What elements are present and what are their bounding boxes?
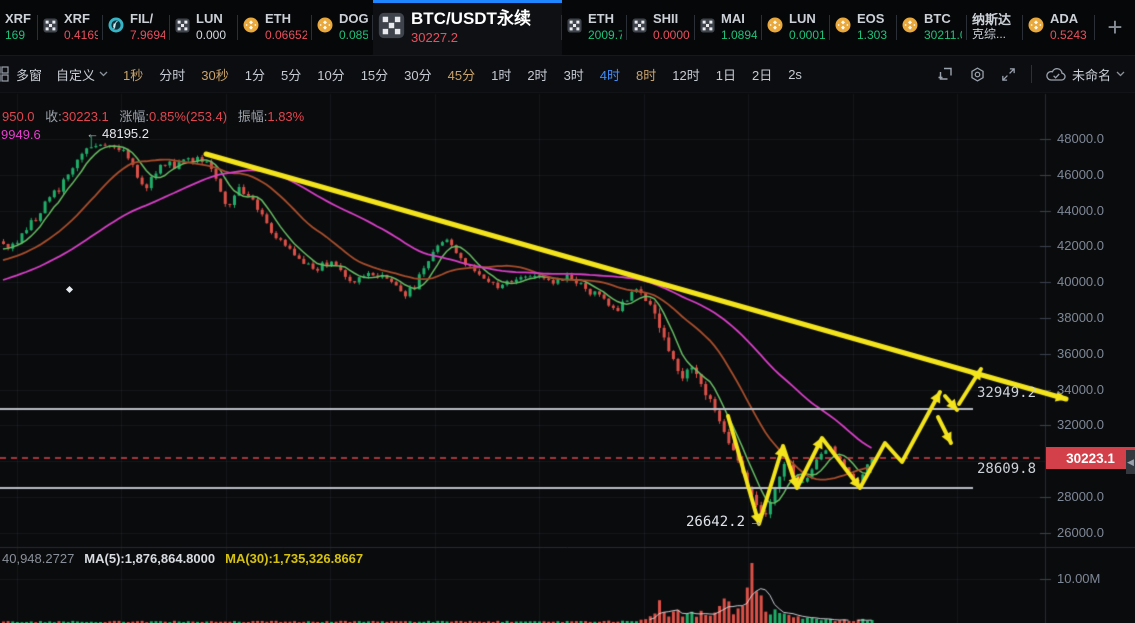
tab-symbol: XRF (64, 12, 98, 27)
tab-btc[interactable]: BTC 30211.0 (897, 0, 967, 55)
multi-window-button[interactable]: 多窗 (9, 65, 49, 84)
tab-lun-1[interactable]: LUN 0.000 (170, 0, 238, 55)
tab-symbol: LUN (789, 12, 825, 27)
tab-symbol: MAI (721, 12, 757, 27)
tab-price: 0.0858 (339, 29, 368, 43)
tab-price: 30227.2 (411, 31, 531, 46)
tab-symbol: XRF (5, 12, 31, 27)
chevron-down-icon (1116, 71, 1125, 77)
timeframe-17[interactable]: 2日 (744, 65, 780, 84)
tab-shib[interactable]: SHII 0.00001 (627, 0, 695, 55)
timeframe-7[interactable]: 15分 (353, 65, 396, 84)
toolbar-divider (1031, 65, 1032, 83)
tab-xrf-1[interactable]: XRF 0.41690 (38, 0, 103, 55)
tab-symbol: DOG (339, 12, 368, 27)
tab-price: 0.5243 (1050, 29, 1087, 43)
tab-symbol: 纳斯达 (972, 13, 1011, 28)
timeframe-10[interactable]: 1时 (483, 65, 519, 84)
grid-icon (43, 18, 58, 38)
tab-price: 30211.0 (924, 29, 962, 43)
tab-symbol: ETH (265, 12, 307, 27)
tab-symbol: SHII (653, 12, 690, 27)
timeframe-11[interactable]: 2时 (519, 65, 555, 84)
tab-price: 1.303 (857, 29, 887, 43)
cloud-save-icon (1046, 67, 1067, 82)
timeframe-16[interactable]: 1日 (708, 65, 744, 84)
chevron-down-icon (99, 71, 108, 77)
filecoin-icon (108, 17, 124, 38)
add-tab-button[interactable]: + (1095, 0, 1135, 55)
timeframe-6[interactable]: 10分 (309, 65, 352, 84)
fullscreen-icon[interactable] (1000, 66, 1017, 83)
tab-dog[interactable]: DOG 0.0858 (312, 0, 373, 55)
tab-price: 2009.79 (588, 29, 622, 43)
coin-icon (317, 17, 333, 38)
tab-symbol: ETH (588, 12, 622, 27)
tab-bar: XRF 169 XRF 0.41690 FIL/7.9694 LUN 0.000 ETH 0.0… (0, 0, 1135, 55)
tab-xrf-0[interactable]: XRF 169 (0, 0, 38, 55)
tab-price: 0.06652 (265, 29, 307, 43)
tab-symbol: LUN (196, 12, 226, 27)
grid-icon (567, 18, 582, 38)
tab-price: 0.000 (196, 29, 226, 43)
timeframe-2[interactable]: 分时 (151, 65, 193, 84)
coin-icon (1028, 17, 1044, 38)
timeframe-4[interactable]: 1分 (237, 65, 273, 84)
timeframe-12[interactable]: 3时 (556, 65, 592, 84)
grid-icon (700, 18, 715, 38)
grid-icon (378, 12, 405, 44)
timeframe-14[interactable]: 8时 (628, 65, 664, 84)
timeframe-18[interactable]: 2s (780, 67, 810, 82)
tab-lun-2[interactable]: LUN 0.00013 (762, 0, 830, 55)
tab-mai[interactable]: MAI 1.0894 (695, 0, 762, 55)
tab-price: 0.00001 (653, 29, 690, 43)
tab-nasdaq[interactable]: 纳斯达克综... (967, 0, 1023, 55)
timeframe-15[interactable]: 12时 (664, 65, 707, 84)
tab-eos[interactable]: EOS 1.303 (830, 0, 897, 55)
tab-btc-usdt-perp[interactable]: BTC/USDT永续 30227.2 (373, 0, 562, 55)
layout-menu[interactable]: 未命名 (1046, 65, 1125, 84)
tab-price: 0.41690 (64, 29, 98, 43)
coin-icon (243, 17, 259, 38)
timeframe-3[interactable]: 30秒 (193, 65, 236, 84)
coin-icon (767, 17, 783, 38)
grid-icon (175, 18, 190, 38)
tab-eth-1[interactable]: ETH 0.06652 (238, 0, 312, 55)
multi-window-icon (0, 66, 9, 82)
timeframe-8[interactable]: 30分 (396, 65, 439, 84)
tab-eth-2[interactable]: ETH 2009.79 (562, 0, 627, 55)
tab-price: 1.0894 (721, 29, 757, 43)
axis-collapse-handle[interactable]: ◀ (1126, 450, 1135, 474)
tab-price: 169 (5, 29, 31, 43)
timeframe-1[interactable]: 1秒 (115, 65, 151, 84)
add-pane-icon[interactable] (937, 65, 955, 83)
trading-app: XRF 169 XRF 0.41690 FIL/7.9694 LUN 0.000 ETH 0.0… (0, 0, 1135, 623)
layout-name: 未命名 (1072, 65, 1111, 84)
coin-icon (902, 17, 918, 38)
timeframe-9[interactable]: 45分 (440, 65, 483, 84)
grid-icon (632, 18, 647, 38)
coin-icon (835, 17, 851, 38)
tab-symbol: ADA (1050, 12, 1087, 27)
tab-price: 0.00013 (789, 29, 825, 43)
tab-symbol: FIL/ (130, 12, 165, 27)
settings-icon[interactable] (969, 66, 986, 83)
custom-period-button[interactable]: 自定义 (49, 65, 115, 84)
tab-symbol: BTC/USDT永续 (411, 9, 531, 29)
timeframe-13[interactable]: 4时 (592, 65, 628, 84)
tab-symbol-line2: 克综... (972, 28, 1011, 42)
tab-symbol: EOS (857, 12, 887, 27)
tab-ada[interactable]: ADA 0.5243 (1023, 0, 1095, 55)
tab-price: 7.9694 (130, 29, 165, 43)
chart-toolbar: 多窗 自定义 1秒分时30秒1分5分10分15分30分45分1时2时3时4时8时… (0, 55, 1135, 93)
tab-symbol: BTC (924, 12, 962, 27)
timeframe-5[interactable]: 5分 (273, 65, 309, 84)
timeframe-group: 1秒分时30秒1分5分10分15分30分45分1时2时3时4时8时12时1日2日… (115, 65, 810, 84)
candlestick-chart[interactable] (0, 93, 1135, 623)
tab-fil[interactable]: FIL/7.9694 (103, 0, 170, 55)
